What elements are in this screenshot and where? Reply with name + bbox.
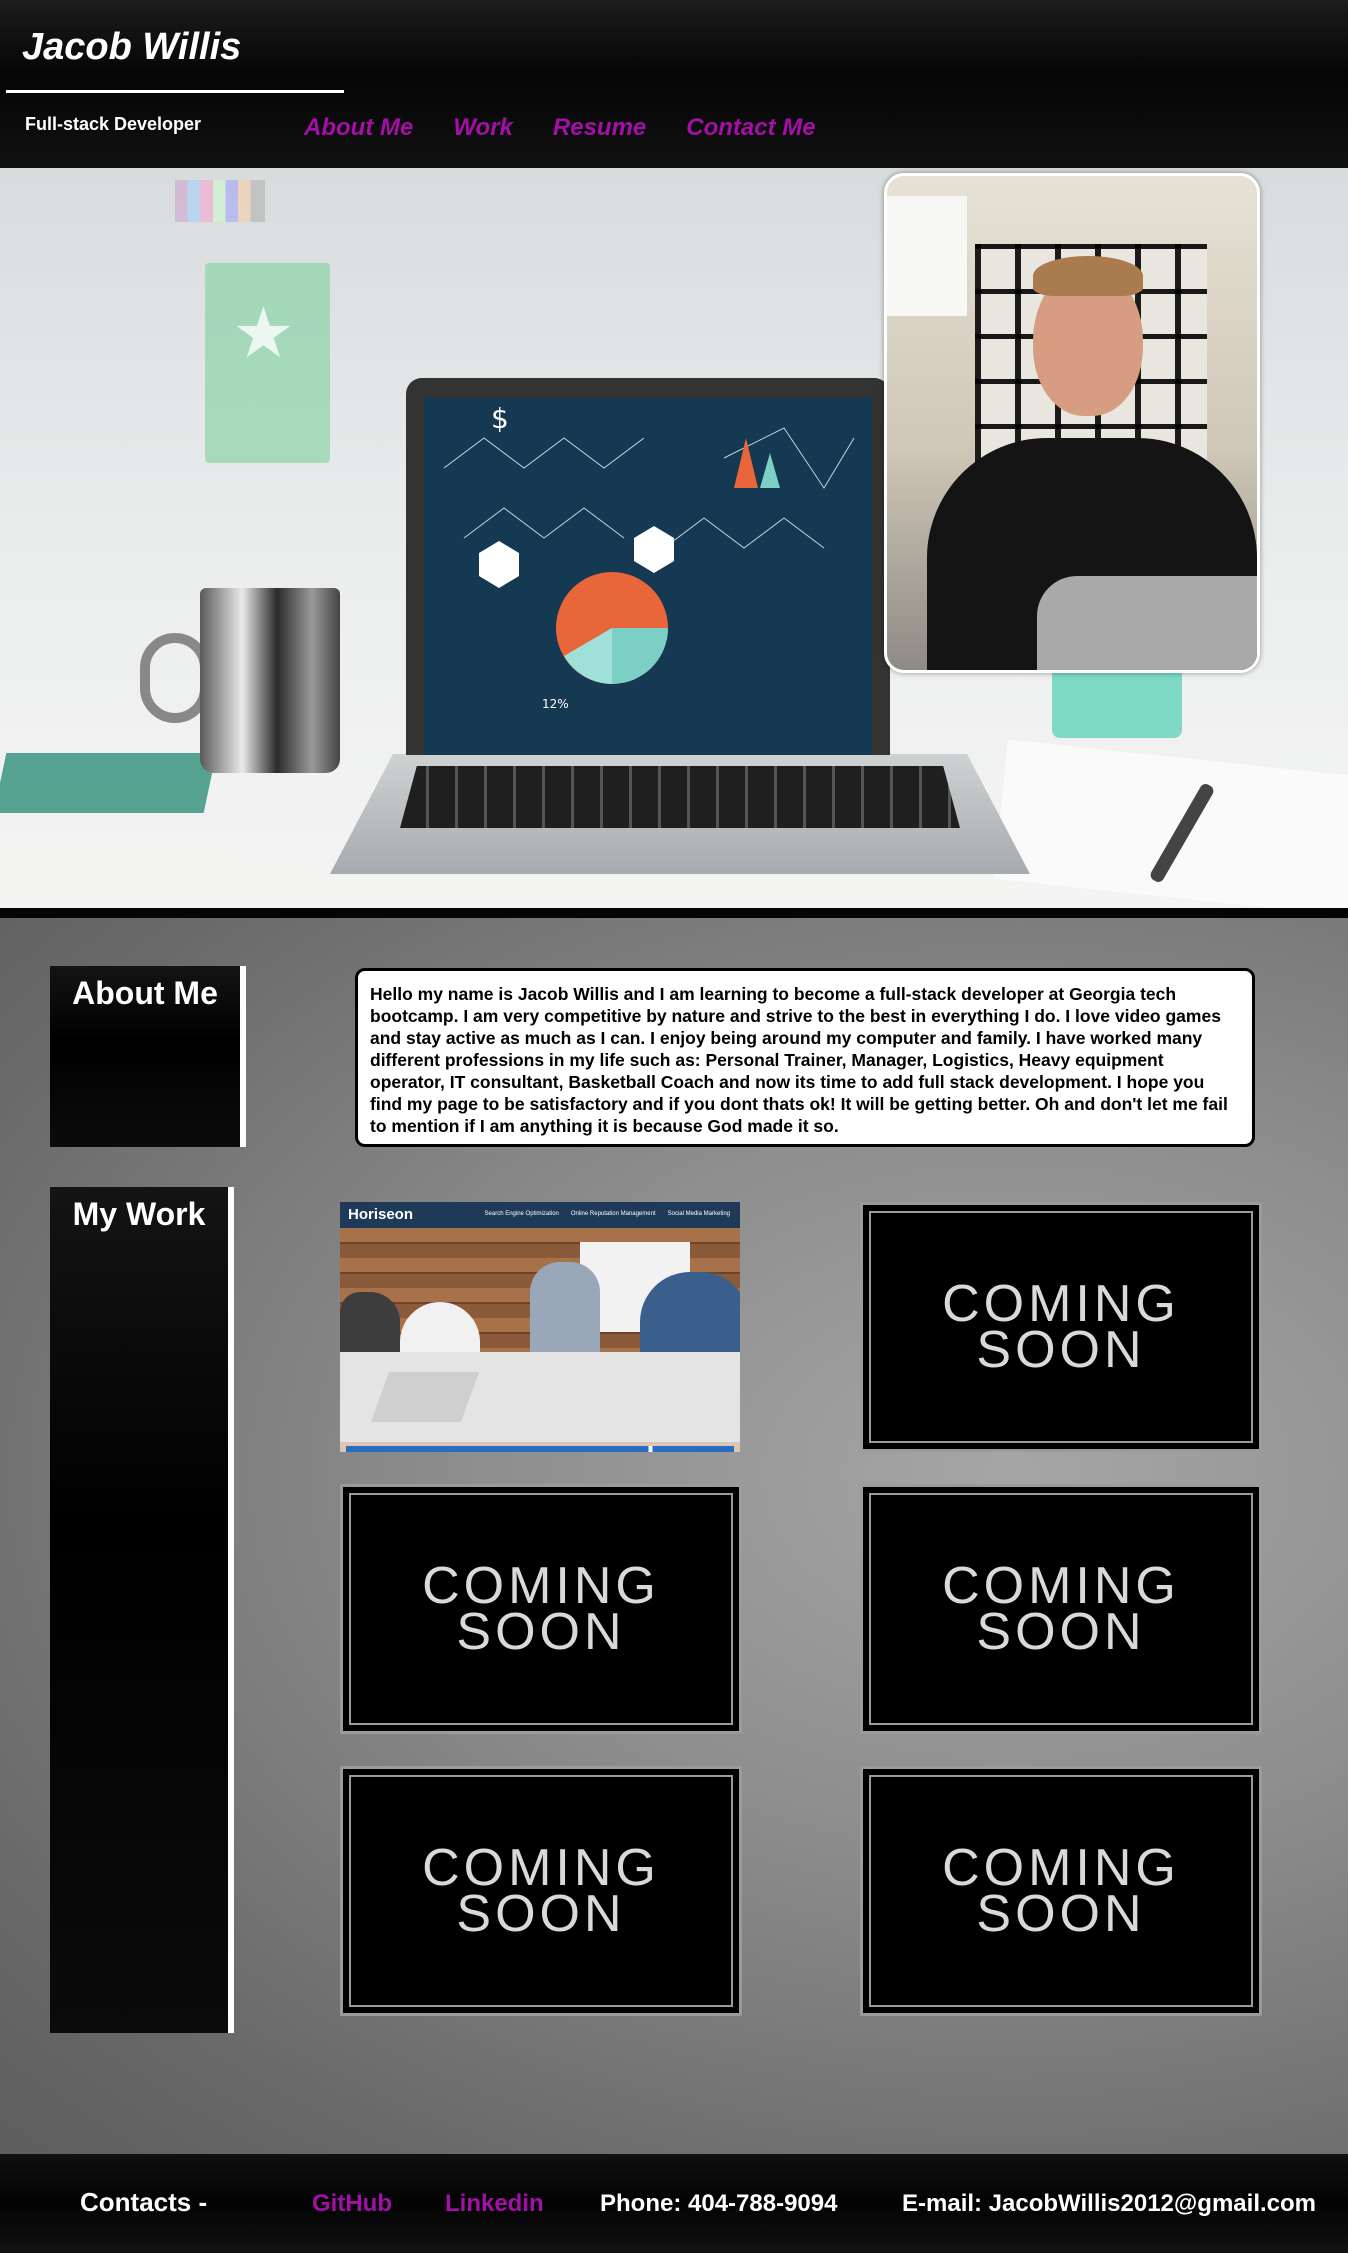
- photo-sleeve: [1037, 576, 1257, 670]
- project-header-bar: Horiseon Search Engine Optimization Onli…: [340, 1202, 740, 1228]
- project-laptop: [370, 1372, 480, 1422]
- footer-contacts-label: Contacts -: [80, 2187, 208, 2217]
- main-nav: About Me Work Resume Contact Me: [304, 114, 856, 142]
- laptop-display: $ 12%: [424, 398, 872, 755]
- coming-soon-line2: SOON: [976, 1321, 1146, 1379]
- project-thumbnail-horiseon[interactable]: Horiseon Search Engine Optimization Onli…: [340, 1202, 740, 1452]
- site-footer: Contacts - GitHub Linkedin Phone: 404-78…: [0, 2154, 1348, 2253]
- infographic-icon: $ 12%: [443, 402, 855, 711]
- project-nav-item: Online Reputation Management: [570, 1211, 656, 1217]
- coming-soon-tile[interactable]: COMING SOON: [860, 1766, 1262, 2016]
- coming-soon-line2: SOON: [976, 1885, 1146, 1943]
- laptop-screen: $ 12%: [406, 378, 890, 755]
- coming-soon-tile[interactable]: COMING SOON: [340, 1484, 742, 1734]
- coming-soon-line2: SOON: [456, 1885, 626, 1943]
- notebook-decoration: [0, 753, 217, 813]
- photo-window: [887, 196, 967, 316]
- coming-soon-line2: SOON: [456, 1603, 626, 1661]
- footer-email: E-mail: JacobWillis2012@gmail.com: [902, 2190, 1316, 2217]
- site-subtitle: Full-stack Developer: [25, 114, 202, 134]
- paper-decoration: [993, 739, 1348, 908]
- nav-link-contact[interactable]: Contact Me: [686, 114, 815, 142]
- coming-soon-tile[interactable]: COMING SOON: [340, 1766, 742, 2016]
- about-text: Hello my name is Jacob Willis and I am l…: [355, 968, 1255, 1147]
- laptop-keyboard: [400, 766, 960, 828]
- footer-phone: Phone: 404-788-9094: [600, 2190, 838, 2217]
- coming-soon-tile[interactable]: COMING SOON: [860, 1484, 1262, 1734]
- nav-link-about[interactable]: About Me: [304, 114, 413, 142]
- project-footer-bar: [346, 1446, 734, 1452]
- site-title: Jacob Willis: [22, 26, 242, 68]
- project-nav: Search Engine Optimization Online Reputa…: [485, 1211, 730, 1217]
- hero-shelf-decoration: [175, 180, 265, 222]
- linkedin-link[interactable]: Linkedin: [445, 2190, 544, 2218]
- github-link[interactable]: GitHub: [312, 2190, 392, 2218]
- coming-soon-tile[interactable]: COMING SOON: [860, 1202, 1262, 1452]
- site-header: Jacob Willis Full-stack Developer About …: [0, 0, 1348, 168]
- hero-divider: [0, 908, 1348, 918]
- coming-soon-line2: SOON: [976, 1603, 1146, 1661]
- svg-text:$: $: [491, 402, 509, 435]
- mug-decoration: [200, 588, 340, 773]
- project-nav-item: Search Engine Optimization: [484, 1211, 559, 1217]
- project-brand: Horiseon: [348, 1206, 414, 1223]
- photo-hair: [1033, 256, 1143, 296]
- work-heading: My Work: [50, 1187, 234, 2033]
- title-divider: [6, 90, 344, 93]
- nav-link-resume[interactable]: Resume: [553, 114, 646, 142]
- profile-photo: [884, 173, 1260, 673]
- svg-text:12%: 12%: [542, 697, 569, 711]
- nav-link-work[interactable]: Work: [453, 114, 513, 142]
- project-nav-item: Social Media Marketing: [667, 1211, 730, 1217]
- hero-banner: ★ $ 12%: [0, 168, 1348, 908]
- star-icon: ★: [232, 294, 295, 372]
- about-heading: About Me: [50, 966, 246, 1147]
